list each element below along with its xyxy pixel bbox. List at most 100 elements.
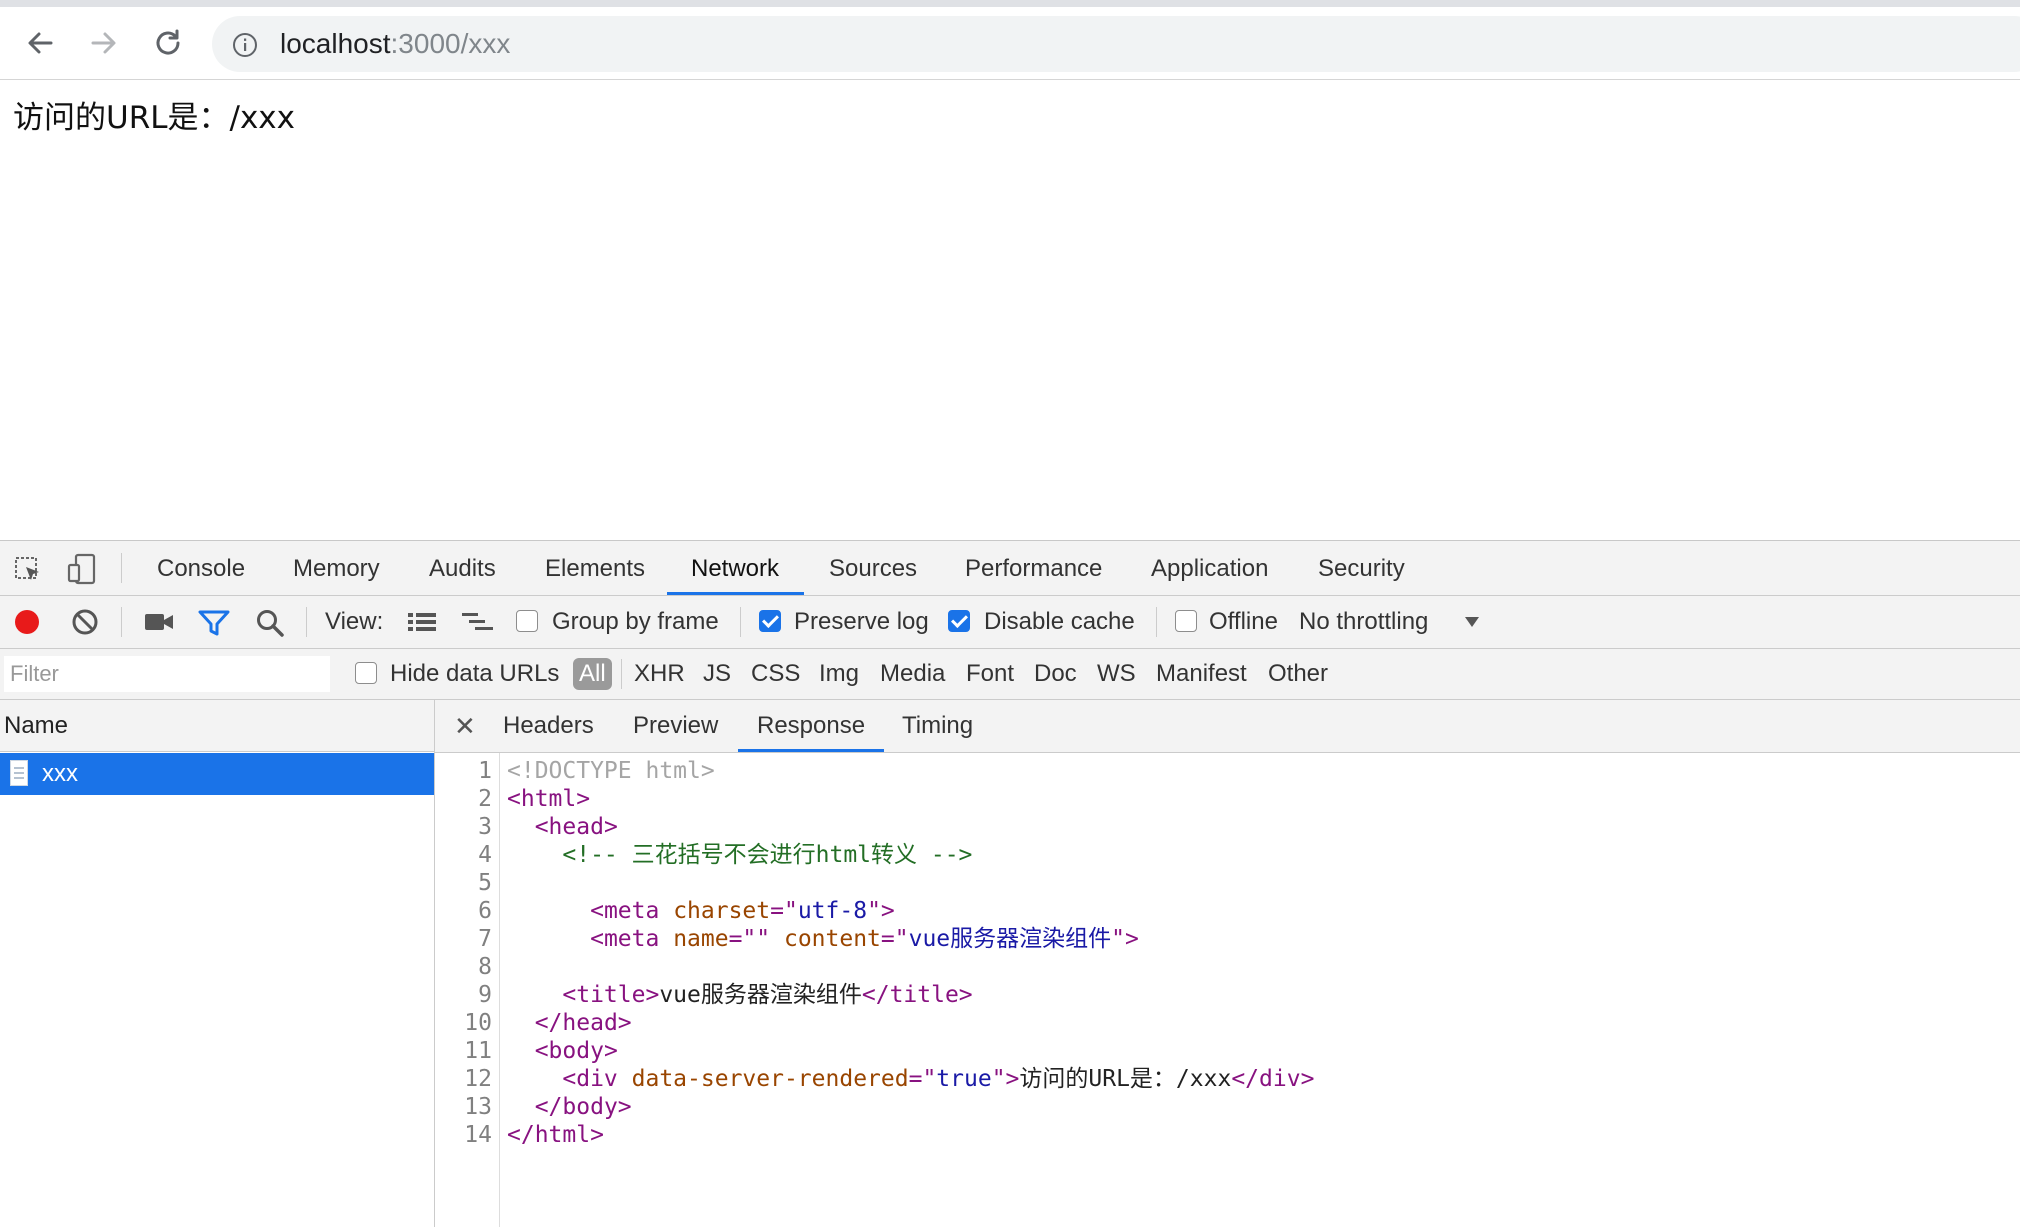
tab-application[interactable]: Application <box>1151 541 1268 595</box>
filter-type-doc[interactable]: Doc <box>1034 649 1077 699</box>
code-token: name <box>673 926 729 952</box>
detail-tab-timing[interactable]: Timing <box>902 700 973 752</box>
group-by-frame-label[interactable]: Group by frame <box>552 596 719 648</box>
tab-audits[interactable]: Audits <box>429 541 496 595</box>
line-number: 4 <box>478 842 492 868</box>
address-bar[interactable]: localhost:3000/xxx <box>212 16 2020 72</box>
devtools-panel: Console Memory Audits Elements Network S… <box>0 540 2020 1227</box>
code-token: <body> <box>534 1038 618 1064</box>
reload-button[interactable] <box>146 21 190 65</box>
code-token: </body> <box>534 1094 632 1120</box>
line-number: 7 <box>478 926 492 952</box>
toolbar-separator <box>740 607 741 637</box>
hide-data-urls-label[interactable]: Hide data URLs <box>390 649 559 699</box>
active-detail-tab-indicator <box>738 749 884 752</box>
url-text[interactable]: localhost:3000/xxx <box>280 29 510 59</box>
code-token: </div> <box>1231 1066 1315 1092</box>
active-tab-indicator <box>667 592 804 595</box>
filter-type-ws[interactable]: WS <box>1097 649 1136 699</box>
code-token: charset <box>673 898 771 924</box>
code-token: </title> <box>861 982 973 1008</box>
request-name: xxx <box>42 760 78 787</box>
tab-performance[interactable]: Performance <box>965 541 1102 595</box>
code-line: <html> <box>507 785 590 813</box>
device-toolbar-icon[interactable] <box>66 553 98 585</box>
clear-icon[interactable] <box>71 608 99 636</box>
code-token: ="" <box>728 926 784 952</box>
offline-label[interactable]: Offline <box>1209 596 1278 648</box>
tab-sources[interactable]: Sources <box>829 541 917 595</box>
line-number: 11 <box>464 1038 492 1064</box>
disable-cache-label[interactable]: Disable cache <box>984 596 1135 648</box>
capture-screenshots-icon[interactable] <box>144 610 174 634</box>
code-line: </body> <box>507 1093 632 1121</box>
code-token: vue服务器渲染组件 <box>908 926 1112 952</box>
filter-type-other[interactable]: Other <box>1268 649 1328 699</box>
info-icon[interactable] <box>232 32 258 58</box>
filter-type-js[interactable]: JS <box>703 649 731 699</box>
large-rows-icon[interactable] <box>407 610 437 634</box>
response-code-viewer[interactable]: 1 <!DOCTYPE html> 2 <html> 3 <head> 4 <!-- 三花… <box>435 753 2020 1227</box>
detail-tab-headers[interactable]: Headers <box>503 700 594 752</box>
network-toolbar: View: Group by frame Preserve log Disabl… <box>0 596 2020 649</box>
filter-type-font[interactable]: Font <box>966 649 1014 699</box>
forward-button[interactable] <box>82 21 126 65</box>
record-icon[interactable] <box>13 608 41 636</box>
preserve-log-label[interactable]: Preserve log <box>794 596 929 648</box>
window-top-strip <box>0 0 2020 7</box>
view-label: View: <box>325 608 384 635</box>
code-line: <meta charset="utf-8"> <box>507 897 895 925</box>
detail-tabbar: ✕ Headers Preview Response Timing <box>435 700 2020 753</box>
tab-security[interactable]: Security <box>1318 541 1405 595</box>
offline-checkbox[interactable] <box>1175 610 1197 632</box>
code-token: </html> <box>507 1122 604 1148</box>
search-icon[interactable] <box>255 608 285 638</box>
code-token: </head> <box>534 1010 632 1036</box>
code-token: <meta <box>590 926 674 952</box>
detail-tab-preview[interactable]: Preview <box>633 700 718 752</box>
filter-input[interactable]: Filter <box>4 656 330 692</box>
filter-icon[interactable] <box>198 609 230 637</box>
filter-type-manifest[interactable]: Manifest <box>1156 649 1247 699</box>
close-details-button[interactable]: ✕ <box>454 700 476 752</box>
inspect-element-icon[interactable] <box>14 556 42 584</box>
code-line: <!-- 三花括号不会进行html转义 --> <box>507 841 972 869</box>
line-number: 6 <box>478 898 492 924</box>
page-content: 访问的URL是：/xxx <box>13 100 295 136</box>
disable-cache-checkbox[interactable] <box>948 610 970 632</box>
code-token: "> <box>1111 926 1139 952</box>
filter-type-img[interactable]: Img <box>819 649 859 699</box>
hide-data-urls-checkbox[interactable] <box>355 662 377 684</box>
request-row[interactable]: xxx <box>0 753 434 795</box>
filter-type-xhr[interactable]: XHR <box>634 649 685 699</box>
tab-network[interactable]: Network <box>691 541 779 595</box>
code-token: content <box>783 926 881 952</box>
detail-tab-response[interactable]: Response <box>757 700 865 752</box>
code-token: <html> <box>507 786 591 812</box>
throttling-select[interactable]: No throttling <box>1299 596 1428 648</box>
document-icon <box>10 760 28 786</box>
code-token: vue服务器渲染组件 <box>659 982 862 1008</box>
request-details: ✕ Headers Preview Response Timing 1 <!DOC… <box>435 700 2020 1227</box>
code-token: utf-8 <box>797 898 868 924</box>
arrow-right-icon <box>91 32 116 54</box>
url-host: localhost <box>280 28 391 59</box>
tab-console[interactable]: Console <box>157 541 245 595</box>
filter-type-css[interactable]: CSS <box>751 649 800 699</box>
waterfall-icon[interactable] <box>461 610 495 634</box>
line-number: 9 <box>478 982 492 1008</box>
requests-list: Name xxx <box>0 700 435 1227</box>
preserve-log-checkbox[interactable] <box>759 610 781 632</box>
code-token: true <box>936 1066 992 1092</box>
filter-type-all[interactable]: All <box>573 658 612 690</box>
dropdown-arrow-icon[interactable] <box>1464 616 1480 628</box>
back-button[interactable] <box>18 21 62 65</box>
code-token: "> <box>867 898 895 924</box>
filter-type-media[interactable]: Media <box>880 649 945 699</box>
tab-elements[interactable]: Elements <box>545 541 645 595</box>
name-column-header[interactable]: Name <box>0 700 434 752</box>
line-number: 5 <box>478 870 492 896</box>
group-by-frame-checkbox[interactable] <box>516 610 538 632</box>
tab-memory[interactable]: Memory <box>293 541 380 595</box>
url-path: :3000/xxx <box>390 28 511 59</box>
